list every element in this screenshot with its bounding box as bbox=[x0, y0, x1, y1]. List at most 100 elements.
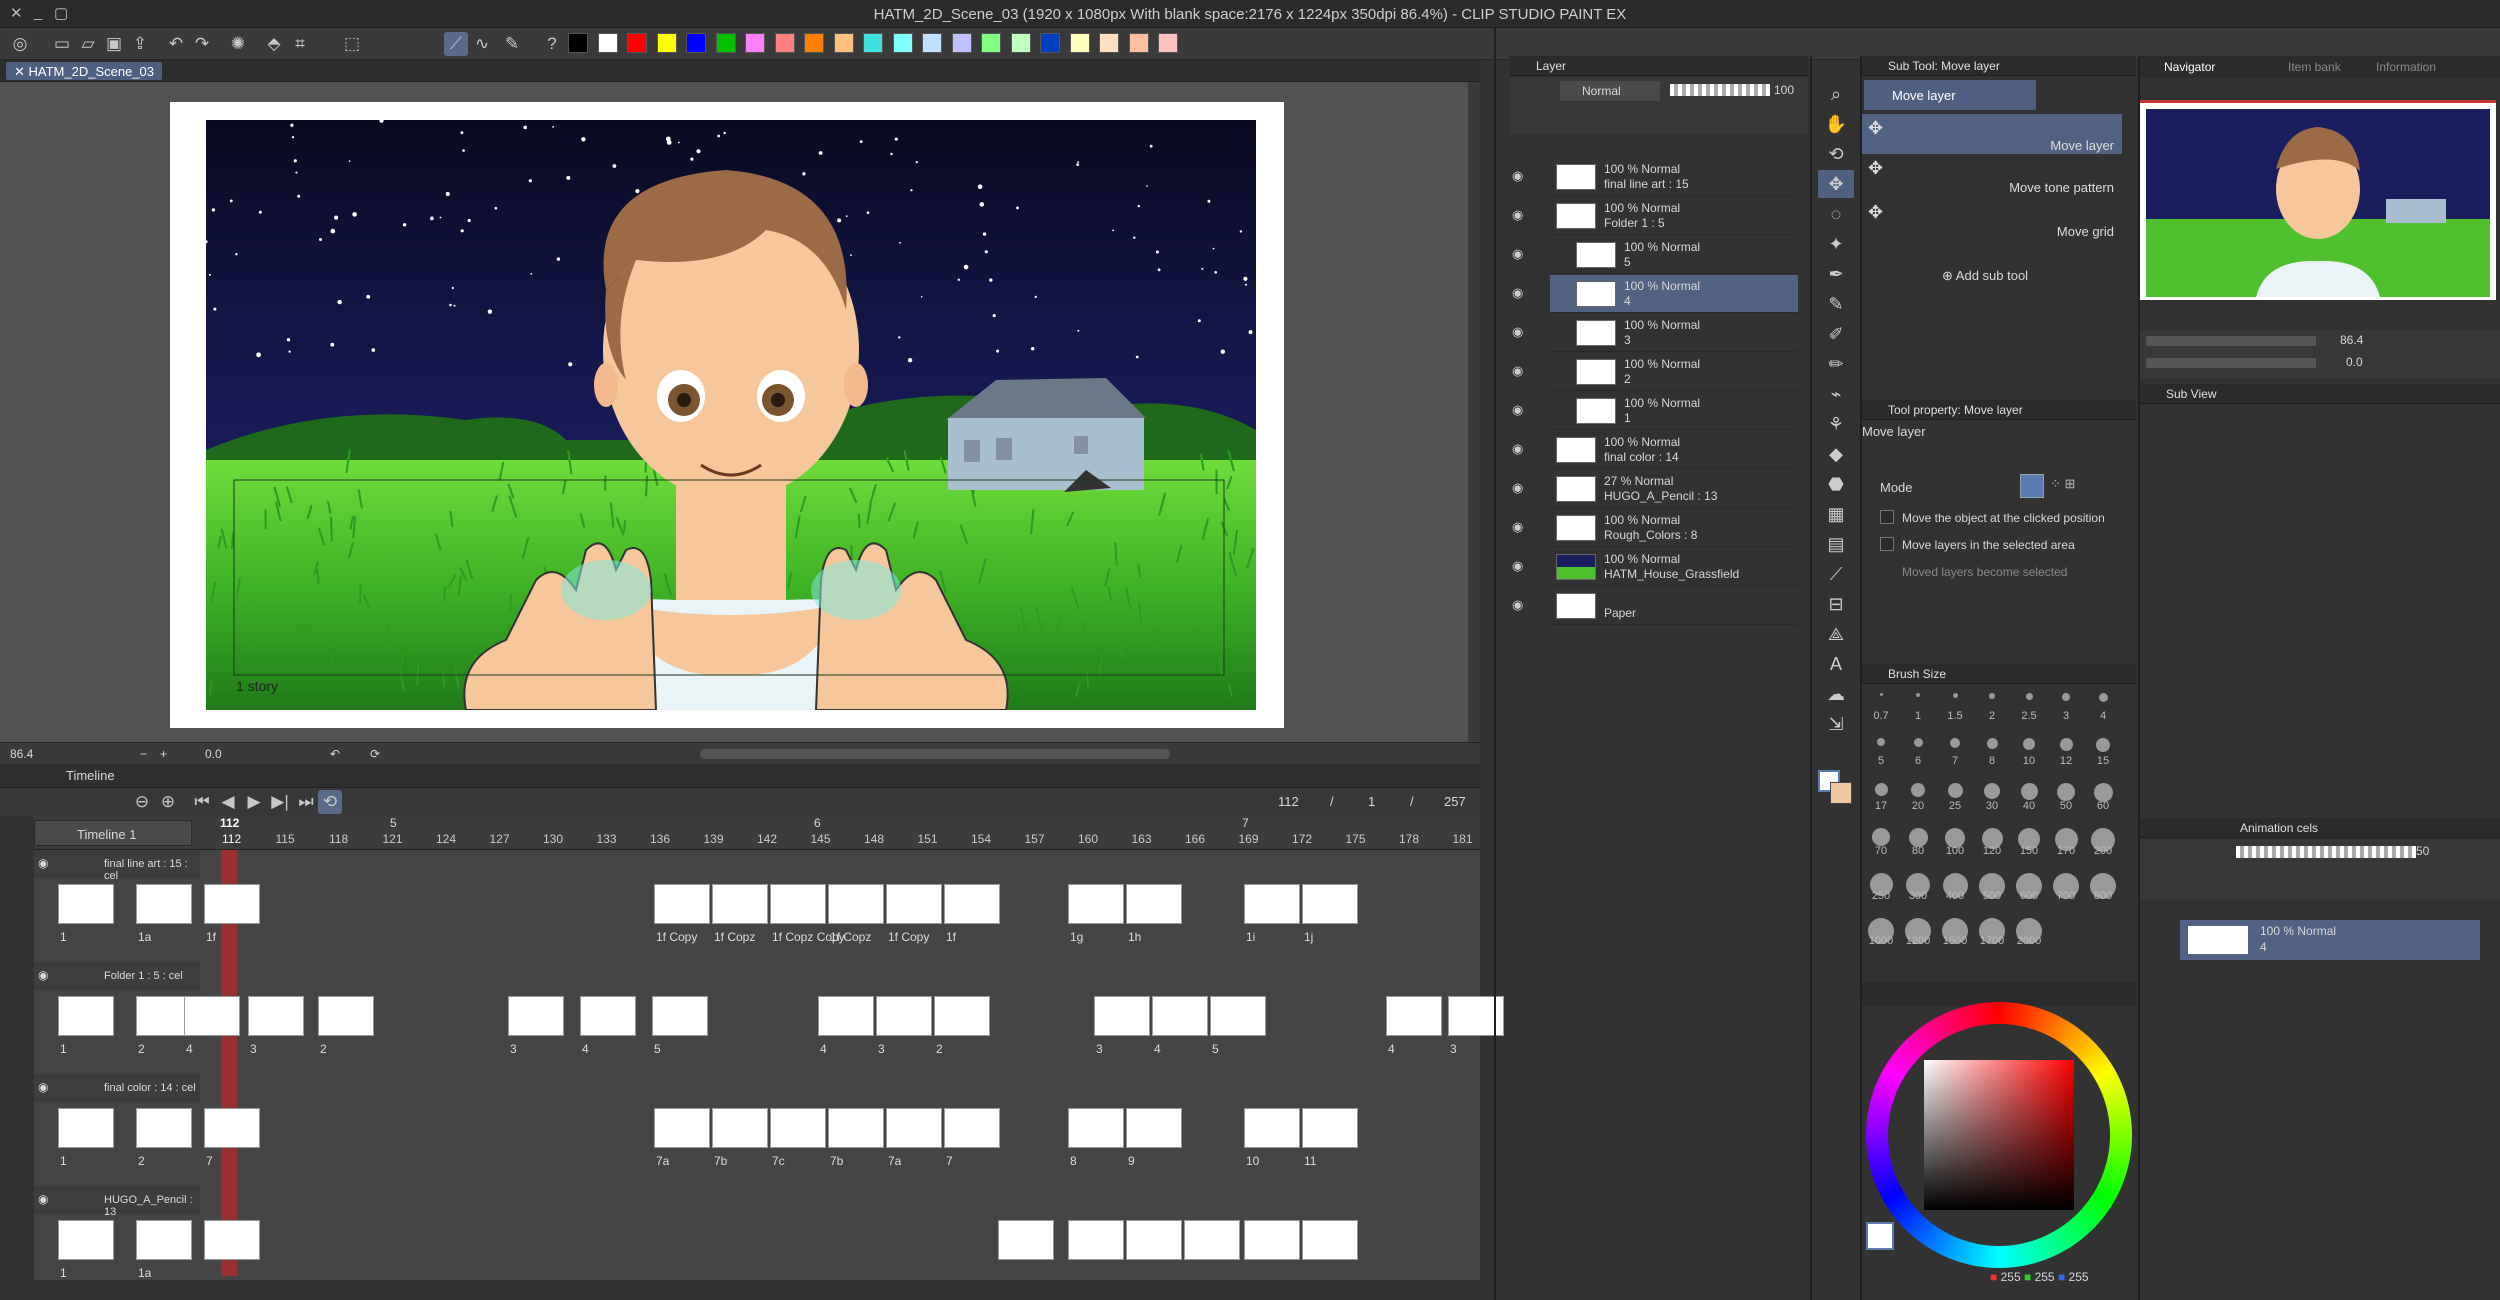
brush-size-option[interactable]: 1500 bbox=[1940, 915, 1970, 947]
cel-thumbnail[interactable] bbox=[248, 996, 304, 1036]
brush-size-option[interactable]: 7 bbox=[1940, 735, 1970, 767]
cel-thumbnail[interactable] bbox=[136, 884, 192, 924]
brush-size-option[interactable]: 600 bbox=[2014, 870, 2044, 902]
tab-information[interactable]: Information bbox=[2376, 60, 2436, 74]
track-visibility-icon[interactable]: ◉ bbox=[38, 968, 48, 982]
track-header[interactable]: final color : 14 : cel bbox=[34, 1074, 200, 1102]
palette-swatch[interactable] bbox=[981, 33, 1001, 53]
layer-row[interactable]: 100 % Normal HATM_House_Grassfield bbox=[1550, 548, 1798, 586]
brush-size-option[interactable]: 2000 bbox=[2014, 915, 2044, 947]
cel-thumbnail[interactable] bbox=[1302, 1220, 1358, 1260]
selection-icon[interactable]: ⬚ bbox=[340, 32, 364, 56]
cel-thumbnail[interactable] bbox=[998, 1220, 1054, 1260]
cel-thumbnail[interactable] bbox=[934, 996, 990, 1036]
palette-swatch[interactable] bbox=[597, 33, 618, 53]
navigator-preview[interactable] bbox=[2140, 100, 2496, 300]
brush-size-option[interactable]: 70 bbox=[1866, 825, 1896, 857]
reset-rotation-icon[interactable]: ⟳ bbox=[370, 747, 380, 761]
brush-size-option[interactable]: 60 bbox=[2088, 780, 2118, 812]
layer-visibility-icon[interactable]: ◉ bbox=[1512, 207, 1526, 222]
layer-visibility-icon[interactable]: ◉ bbox=[1512, 246, 1526, 261]
sub-color-swatch[interactable] bbox=[1830, 782, 1852, 804]
cel-thumbnail[interactable] bbox=[1068, 1108, 1124, 1148]
gradient-icon[interactable]: ▤ bbox=[1818, 530, 1854, 558]
palette-swatch[interactable] bbox=[892, 33, 913, 53]
brush-size-option[interactable]: 50 bbox=[2051, 780, 2081, 812]
layer-row[interactable]: 100 % Normal final line art : 15 bbox=[1550, 158, 1798, 196]
zoom-value[interactable]: 86.4 bbox=[10, 747, 33, 761]
layer-row[interactable]: 100 % Normal 1 bbox=[1550, 392, 1798, 430]
brush-size-option[interactable]: 100 bbox=[1940, 825, 1970, 857]
brush-size-option[interactable]: 30 bbox=[1977, 780, 2007, 812]
cel-thumbnail[interactable] bbox=[318, 996, 374, 1036]
cel-thumbnail[interactable] bbox=[1302, 884, 1358, 924]
cel-thumbnail[interactable] bbox=[654, 1108, 710, 1148]
brush-size-option[interactable]: 20 bbox=[1903, 780, 1933, 812]
sub-tool-group-tab[interactable]: Move layer bbox=[1864, 80, 2036, 110]
layer-row[interactable]: 100 % Normal final color : 14 bbox=[1550, 431, 1798, 469]
track-visibility-icon[interactable]: ◉ bbox=[38, 1192, 48, 1206]
canvas-area[interactable]: 1 story bbox=[0, 82, 1480, 742]
zoom-slider[interactable] bbox=[2146, 336, 2316, 346]
correct-line-icon[interactable]: ⇲ bbox=[1818, 710, 1854, 738]
scene-illustration[interactable]: 1 story bbox=[206, 120, 1256, 710]
brush-size-option[interactable]: 2.5 bbox=[2014, 690, 2044, 722]
zoom-in-timeline-icon[interactable]: ⊕ bbox=[156, 790, 180, 814]
palette-swatch[interactable] bbox=[1099, 33, 1119, 53]
layer-visibility-icon[interactable]: ◉ bbox=[1512, 168, 1526, 183]
brush-size-option[interactable]: 1000 bbox=[1866, 915, 1896, 947]
app-icon[interactable]: ◎ bbox=[8, 32, 32, 56]
rotation-slider[interactable] bbox=[2146, 358, 2316, 368]
rotate-icon[interactable]: ⟲ bbox=[1818, 140, 1854, 168]
canvas-vertical-scrollbar[interactable] bbox=[1468, 82, 1480, 742]
layer-visibility-icon[interactable]: ◉ bbox=[1512, 402, 1526, 417]
eyedropper-icon[interactable]: ✒ bbox=[1818, 260, 1854, 288]
track-visibility-icon[interactable]: ◉ bbox=[38, 856, 48, 870]
cel-thumbnail[interactable] bbox=[508, 996, 564, 1036]
brush-size-option[interactable]: 700 bbox=[2051, 870, 2081, 902]
timeline-tracks[interactable]: 112 final line art : 15 : cel ◉ 1 1a 1f 1f Co… bbox=[34, 816, 1504, 1280]
palette-swatch[interactable] bbox=[627, 33, 647, 53]
cel-thumbnail[interactable] bbox=[828, 884, 884, 924]
fill-icon[interactable]: ⬘ bbox=[262, 32, 286, 56]
layer-row[interactable]: Paper bbox=[1550, 587, 1798, 625]
mode-grid-button[interactable]: ⁘ ⊞ bbox=[2050, 476, 2075, 492]
palette-swatch[interactable] bbox=[1069, 33, 1090, 53]
brush-size-option[interactable]: 1 bbox=[1903, 690, 1933, 722]
layer-visibility-icon[interactable]: ◉ bbox=[1512, 558, 1526, 573]
cel-thumbnail[interactable] bbox=[184, 996, 240, 1036]
pen-pressure-icon[interactable]: ✎ bbox=[500, 32, 524, 56]
cel-thumbnail[interactable] bbox=[652, 996, 708, 1036]
palette-swatch[interactable] bbox=[774, 33, 795, 53]
cel-thumbnail[interactable] bbox=[1126, 1220, 1182, 1260]
palette-swatch[interactable] bbox=[1010, 33, 1031, 53]
last-frame-icon[interactable]: ⏭ bbox=[294, 790, 318, 814]
saturation-value-square[interactable] bbox=[1924, 1060, 2074, 1210]
lasso-icon[interactable]: ◌ bbox=[1818, 200, 1854, 228]
curve-icon[interactable]: ∿ bbox=[470, 32, 494, 56]
rotation-value[interactable]: 0.0 bbox=[205, 747, 222, 761]
new-file-icon[interactable]: ▭ bbox=[50, 32, 74, 56]
pencil-icon[interactable]: ✐ bbox=[1818, 320, 1854, 348]
brush-size-option[interactable]: 40 bbox=[2014, 780, 2044, 812]
palette-swatch[interactable] bbox=[863, 33, 883, 53]
brush-size-option[interactable]: 2 bbox=[1977, 690, 2007, 722]
zoom-icon[interactable]: ⌕ bbox=[1818, 80, 1854, 108]
palette-swatch[interactable] bbox=[951, 33, 972, 53]
cel-thumbnail[interactable] bbox=[1244, 1220, 1300, 1260]
cel-thumbnail[interactable] bbox=[1210, 996, 1266, 1036]
cel-thumbnail[interactable] bbox=[770, 884, 826, 924]
document-tab[interactable]: ✕ HATM_2D_Scene_03 bbox=[6, 62, 163, 80]
brush-size-option[interactable]: 8 bbox=[1977, 735, 2007, 767]
cel-thumbnail[interactable] bbox=[58, 1108, 114, 1148]
brush-icon[interactable]: ✏ bbox=[1818, 350, 1854, 378]
cel-thumbnail[interactable] bbox=[58, 884, 114, 924]
cel-thumbnail[interactable] bbox=[136, 1220, 192, 1260]
cel-thumbnail[interactable] bbox=[204, 884, 260, 924]
rotate-left-icon[interactable]: ↶ bbox=[330, 747, 340, 761]
brush-size-option[interactable]: 5 bbox=[1866, 735, 1896, 767]
cel-thumbnail[interactable] bbox=[770, 1108, 826, 1148]
blend-icon[interactable]: ⬣ bbox=[1818, 470, 1854, 498]
brush-size-option[interactable]: 0.7 bbox=[1866, 690, 1896, 722]
opacity-slider[interactable] bbox=[1670, 84, 1770, 96]
